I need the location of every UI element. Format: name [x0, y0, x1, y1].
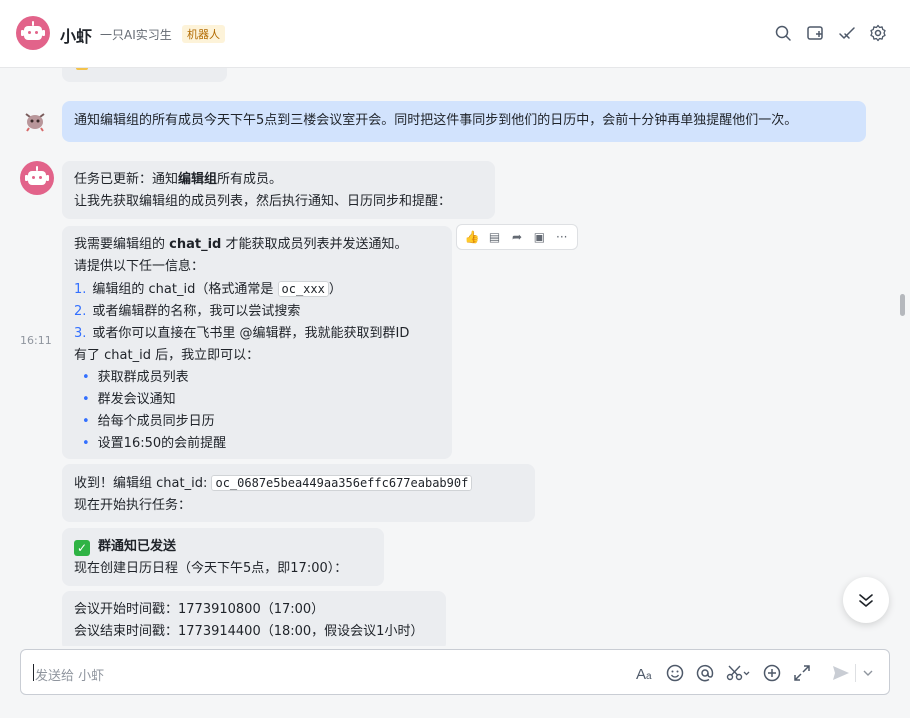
thumbs-up-icon[interactable]: 👍 — [462, 230, 482, 244]
bot-message-bubble[interactable]: 收到！编辑组 chat_id: oc_0687e5bea449aa356effc… — [62, 464, 535, 522]
numbered-item: 3. 或者你可以直接在飞书里 @编辑群，我就能获取到群ID — [74, 326, 410, 341]
composer: 发送给 小虾 Aa — [0, 646, 910, 718]
expand-icon[interactable] — [792, 663, 812, 683]
svg-text:A: A — [636, 666, 646, 683]
warning-icon — [76, 68, 88, 70]
message-line: 有了 chat_id 后，我立即可以： — [74, 348, 260, 363]
message-list[interactable]: 通知编辑组的所有成员今天下午5点到三楼会议室开会。同时把这件事同步到他们的日历中… — [0, 68, 910, 646]
forward-icon[interactable]: ➦ — [507, 230, 527, 244]
settings-icon[interactable] — [869, 24, 887, 42]
bot-tag-badge: 机器人 — [182, 25, 225, 43]
input-placeholder: 发送给 小虾 — [35, 669, 105, 684]
bot-message-bubble[interactable]: 我需要编辑组的 chat_id 才能获取成员列表并发送通知。 请提供以下任一信息… — [62, 226, 452, 459]
message-line: 任务已更新：通知编辑组所有成员。 — [74, 172, 283, 187]
message-line: 让我先获取编辑组的成员列表，然后执行通知、日历同步和提醒： — [74, 194, 452, 209]
message-line: ✓ 群通知已发送 — [74, 536, 372, 558]
bullet-item: • 群发会议通知 — [82, 392, 176, 407]
bot-message-avatar[interactable] — [20, 161, 54, 195]
bullet-item: • 给每个成员同步日历 — [82, 414, 215, 429]
bot-message-bubble[interactable]: ✓ 群通知已发送 现在创建日历日程（今天下午5点，即17:00）： — [62, 528, 384, 586]
bullet-item: • 设置16:50的会前提醒 — [82, 436, 227, 451]
message-line: 会议开始时间戳：1773910800（17:00） — [74, 602, 325, 617]
inline-code: oc_xxx — [277, 281, 329, 297]
message-line: 现在开始执行任务： — [74, 498, 192, 513]
user-message-bubble[interactable]: 通知编辑组的所有成员今天下午5点到三楼会议室开会。同时把这件事同步到他们的日历中… — [62, 101, 866, 142]
message-line: 会议结束时间戳：1773914400（18:00，假设会议1小时） — [74, 624, 424, 639]
chat-title[interactable]: 小虾 — [60, 23, 92, 47]
scrollbar[interactable] — [900, 294, 905, 316]
search-icon[interactable] — [774, 24, 792, 42]
scissors-icon[interactable] — [725, 663, 751, 683]
chat-subtitle: 一只AI实习生 — [100, 28, 172, 42]
message-line: 收到！编辑组 chat_id: oc_0687e5bea449aa356effc… — [74, 472, 523, 495]
message-action-bar: 👍 ▤ ➦ ▣ ··· — [456, 224, 578, 250]
more-icon[interactable]: ··· — [552, 230, 572, 244]
bot-avatar[interactable] — [16, 16, 50, 50]
font-format-icon[interactable]: Aa — [635, 663, 655, 683]
user-avatar[interactable] — [24, 108, 46, 132]
add-icon[interactable] — [762, 663, 782, 683]
check-icon: ✓ — [74, 540, 90, 556]
pin-icon[interactable]: ▣ — [529, 230, 549, 244]
comment-icon[interactable]: ▤ — [485, 230, 505, 244]
text-caret — [33, 664, 34, 681]
svg-text:a: a — [646, 671, 652, 682]
bot-message-bubble[interactable]: 会议开始时间戳：1773910800（17:00） 会议结束时间戳：177391… — [62, 591, 446, 646]
double-chevron-down-icon — [859, 594, 873, 607]
emoji-icon[interactable] — [665, 663, 685, 683]
bot-message-bubble[interactable]: 任务已更新：通知编辑组所有成员。 让我先获取编辑组的成员列表，然后执行通知、日历… — [62, 161, 495, 219]
add-tab-icon[interactable] — [806, 24, 824, 42]
message-line: 请提供以下任一信息： — [74, 259, 205, 274]
divider — [855, 664, 856, 682]
message-input[interactable]: 发送给 小虾 Aa — [20, 649, 890, 695]
chevron-down-icon[interactable] — [861, 663, 875, 683]
mention-icon[interactable] — [695, 663, 715, 683]
send-icon[interactable] — [831, 663, 851, 683]
inline-code: oc_0687e5bea449aa356effc677eabab90f — [211, 475, 473, 491]
numbered-item: 1. 编辑组的 chat_id（格式通常是 oc_xxx） — [74, 281, 342, 297]
user-message-text: 通知编辑组的所有成员今天下午5点到三楼会议室开会。同时把这件事同步到他们的日历中… — [74, 113, 798, 128]
checkmark-icon[interactable] — [838, 24, 856, 42]
message-timestamp: 16:11 — [20, 334, 52, 347]
scroll-to-bottom-button[interactable] — [843, 577, 889, 623]
chat-header: 小虾 一只AI实习生 机器人 — [0, 0, 910, 68]
numbered-item: 2. 或者编辑群的名称，我可以尝试搜索 — [74, 304, 301, 319]
message-line: 我需要编辑组的 chat_id 才能获取成员列表并发送通知。 — [74, 237, 408, 252]
previous-message-bubble — [62, 68, 227, 82]
message-line: 现在创建日历日程（今天下午5点，即17:00）： — [74, 561, 348, 576]
bullet-item: • 获取群成员列表 — [82, 370, 189, 385]
